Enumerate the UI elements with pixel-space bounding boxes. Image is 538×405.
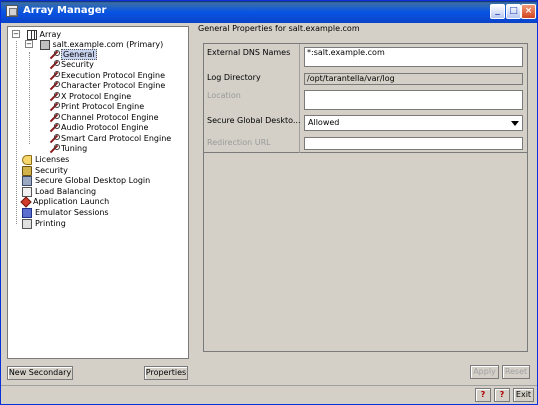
tree-item-label: Array <box>39 30 62 39</box>
tree-item-label: Channel Protocol Engine <box>61 113 159 122</box>
tree-item-label: Application Launch <box>33 197 110 206</box>
footer-separator <box>1 385 537 386</box>
reset-button[interactable]: Reset <box>502 365 530 379</box>
help-button[interactable]: ? <box>475 388 491 402</box>
tree-item-label: Audio Protocol Engine <box>61 123 149 132</box>
log-directory-field: /opt/tarantella/var/log <box>304 73 523 85</box>
title-bar[interactable]: Array Manager _ □ × <box>1 1 537 23</box>
wrench-icon <box>48 80 60 91</box>
tree-item-label: Licenses <box>35 155 70 164</box>
launch-icon <box>20 195 32 208</box>
balance-icon <box>22 186 32 197</box>
tree-item-label: Load Balancing <box>35 187 97 196</box>
redirection-url-label: Redirection URL <box>207 138 271 147</box>
tree-item-printing[interactable]: Printing <box>22 218 66 229</box>
location-label: Location <box>207 91 241 100</box>
tree-item-label: Secure Global Desktop Login <box>35 176 151 185</box>
navigation-tree[interactable]: − Array − salt.example.com (Primary) Gen… <box>7 26 189 359</box>
secure-desktop-select[interactable]: Allowed <box>304 115 523 131</box>
tree-item-label: Security <box>61 60 94 69</box>
properties-button[interactable]: Properties <box>144 366 188 380</box>
external-dns-field[interactable]: *:salt.example.com <box>304 47 523 67</box>
tree-item-character-protocol[interactable]: Character Protocol Engine <box>48 80 165 91</box>
tree-item-label: Smart Card Protocol Engine <box>61 134 172 143</box>
new-secondary-button[interactable]: New Secondary <box>7 366 73 380</box>
properties-panel: External DNS Names *:salt.example.com Lo… <box>203 43 528 352</box>
window-title: Array Manager <box>23 5 107 16</box>
context-help-button[interactable]: ? <box>494 388 510 402</box>
collapse-icon[interactable]: − <box>25 40 33 48</box>
apply-button[interactable]: Apply <box>470 365 499 379</box>
wrench-icon <box>48 122 60 133</box>
tree-item-tuning[interactable]: Tuning <box>48 143 87 154</box>
wrench-icon <box>48 133 60 144</box>
tree-item-security-server[interactable]: Security <box>48 59 94 70</box>
tree-item-label: Character Protocol Engine <box>61 81 166 90</box>
login-icon <box>22 175 32 186</box>
wrench-icon <box>48 143 60 154</box>
log-directory-label: Log Directory <box>207 73 261 82</box>
tree-item-label: Printing <box>35 219 66 228</box>
emulator-icon <box>22 207 32 218</box>
tree-item-label: Execution Protocol Engine <box>61 71 165 80</box>
tree-item-label: Tuning <box>61 144 88 153</box>
wrench-icon <box>48 70 60 81</box>
exit-button[interactable]: Exit <box>513 388 534 402</box>
server-icon <box>39 39 50 50</box>
minimize-button[interactable]: _ <box>490 4 505 19</box>
tree-item-emulator-sessions[interactable]: Emulator Sessions <box>22 207 109 218</box>
wrench-icon <box>48 101 60 112</box>
tree-item-label: Print Protocol Engine <box>61 102 145 111</box>
tree-item-licenses[interactable]: Licenses <box>22 154 69 165</box>
app-icon <box>6 5 18 17</box>
printer-icon <box>22 218 32 229</box>
secure-desktop-label: Secure Global Deskto... <box>207 116 301 125</box>
wrench-icon <box>48 49 60 60</box>
close-button[interactable]: × <box>521 4 536 19</box>
wrench-icon <box>48 112 60 123</box>
wrench-icon <box>48 59 60 70</box>
tree-item-label: Emulator Sessions <box>35 208 109 217</box>
array-manager-window: Array Manager _ □ × − Array − salt.examp… <box>0 0 538 405</box>
wrench-icon <box>48 91 60 102</box>
location-field[interactable] <box>304 90 523 110</box>
array-icon <box>26 29 37 40</box>
secure-desktop-value: Allowed <box>308 118 340 127</box>
properties-header: General Properties for salt.example.com <box>198 24 360 33</box>
tree-item-sgd-login[interactable]: Secure Global Desktop Login <box>22 175 150 186</box>
chevron-down-icon[interactable] <box>511 121 519 126</box>
maximize-button[interactable]: □ <box>506 4 521 19</box>
key-icon <box>22 154 32 165</box>
tree-item-label: Security <box>35 166 68 175</box>
tree-item-application-launch[interactable]: Application Launch <box>20 195 110 208</box>
properties-table: External DNS Names *:salt.example.com Lo… <box>204 44 527 153</box>
tree-item-label: X Protocol Engine <box>61 92 132 101</box>
tree-item-label: salt.example.com (Primary) <box>52 40 164 49</box>
collapse-icon[interactable]: − <box>12 30 20 38</box>
tree-item-print-protocol[interactable]: Print Protocol Engine <box>48 101 144 112</box>
external-dns-label: External DNS Names <box>207 48 291 57</box>
redirection-url-field[interactable] <box>304 137 523 150</box>
tree-item-audio-protocol[interactable]: Audio Protocol Engine <box>48 122 148 133</box>
lock-icon <box>22 165 32 176</box>
